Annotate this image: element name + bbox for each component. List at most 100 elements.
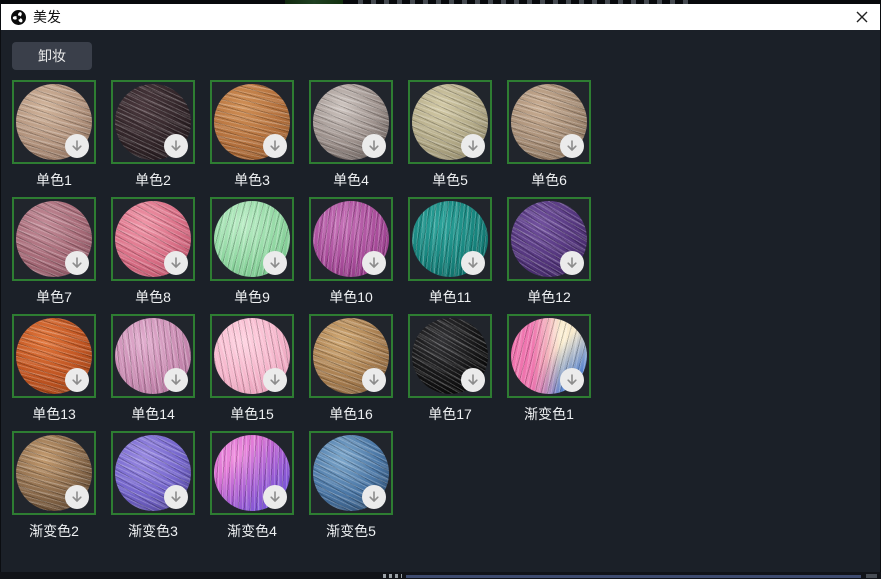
hair-swatch-tile[interactable] — [408, 314, 492, 398]
download-button[interactable] — [263, 485, 287, 509]
dialog-body: 卸妆 单色1 单色2 单色3 单色4 单色5 单色6 单色7 单色8 单色9 单… — [1, 30, 880, 572]
download-button[interactable] — [560, 134, 584, 158]
download-button[interactable] — [461, 368, 485, 392]
hair-swatch[interactable]: 单色10 — [309, 197, 393, 314]
hair-swatch-tile[interactable] — [210, 431, 294, 515]
download-button[interactable] — [560, 368, 584, 392]
hair-swatch-tile[interactable] — [210, 197, 294, 281]
hair-swatch[interactable]: 单色2 — [111, 80, 195, 197]
download-button[interactable] — [362, 368, 386, 392]
download-button[interactable] — [65, 134, 89, 158]
app-logo-icon — [11, 10, 26, 25]
download-button[interactable] — [362, 485, 386, 509]
hair-swatch-tile[interactable] — [309, 314, 393, 398]
hair-swatch[interactable]: 单色3 — [210, 80, 294, 197]
hair-swatch-tile[interactable] — [507, 314, 591, 398]
download-button[interactable] — [263, 368, 287, 392]
hair-swatch-label: 单色6 — [507, 164, 591, 197]
close-button[interactable] — [850, 6, 874, 28]
download-icon — [70, 373, 84, 387]
download-icon — [367, 256, 381, 270]
download-icon — [169, 139, 183, 153]
backdrop-bottom-strip — [0, 572, 881, 579]
download-button[interactable] — [65, 251, 89, 275]
remove-makeup-button[interactable]: 卸妆 — [12, 42, 92, 70]
hair-swatch[interactable]: 渐变色4 — [210, 431, 294, 548]
download-icon — [565, 139, 579, 153]
hair-swatch-label: 单色10 — [309, 281, 393, 314]
download-button[interactable] — [65, 485, 89, 509]
hair-swatch-tile[interactable] — [408, 80, 492, 164]
hair-swatch[interactable]: 单色6 — [507, 80, 591, 197]
download-button[interactable] — [65, 368, 89, 392]
download-icon — [169, 373, 183, 387]
download-icon — [268, 256, 282, 270]
hair-swatch-tile[interactable] — [507, 80, 591, 164]
hair-swatch[interactable]: 单色12 — [507, 197, 591, 314]
backdrop-seek-bar — [406, 575, 861, 578]
dialog-titlebar[interactable]: 美发 — [1, 4, 880, 30]
download-button[interactable] — [263, 251, 287, 275]
download-button[interactable] — [461, 134, 485, 158]
download-button[interactable] — [263, 134, 287, 158]
hair-swatch-tile[interactable] — [111, 314, 195, 398]
hair-swatch-label: 渐变色4 — [210, 515, 294, 548]
download-icon — [169, 256, 183, 270]
download-button[interactable] — [461, 251, 485, 275]
download-icon — [169, 490, 183, 504]
hair-swatch-tile[interactable] — [210, 80, 294, 164]
hair-swatch-tile[interactable] — [408, 197, 492, 281]
hair-swatch[interactable]: 渐变色3 — [111, 431, 195, 548]
hair-swatch-tile[interactable] — [111, 431, 195, 515]
hair-swatch-tile[interactable] — [12, 314, 96, 398]
hair-swatch-label: 单色2 — [111, 164, 195, 197]
hair-swatch[interactable]: 单色17 — [408, 314, 492, 431]
download-button[interactable] — [164, 368, 188, 392]
hair-swatch[interactable]: 单色14 — [111, 314, 195, 431]
download-button[interactable] — [164, 485, 188, 509]
hair-swatch-label: 单色1 — [12, 164, 96, 197]
hair-swatch-tile[interactable] — [309, 197, 393, 281]
hair-swatch[interactable]: 单色16 — [309, 314, 393, 431]
download-icon — [367, 490, 381, 504]
hair-swatch-label: 单色7 — [12, 281, 96, 314]
hair-swatch-tile[interactable] — [111, 197, 195, 281]
hair-swatch[interactable]: 渐变色5 — [309, 431, 393, 548]
hair-swatch-tile[interactable] — [12, 431, 96, 515]
download-button[interactable] — [362, 251, 386, 275]
download-icon — [466, 256, 480, 270]
hair-swatch[interactable]: 单色5 — [408, 80, 492, 197]
hair-swatch[interactable]: 单色7 — [12, 197, 96, 314]
hair-swatch-tile[interactable] — [309, 431, 393, 515]
hair-swatch[interactable]: 单色15 — [210, 314, 294, 431]
download-icon — [565, 373, 579, 387]
hair-swatch-tile[interactable] — [12, 197, 96, 281]
hair-swatch-label: 单色14 — [111, 398, 195, 431]
backdrop-corner-chip — [866, 574, 877, 578]
hair-swatch[interactable]: 单色1 — [12, 80, 96, 197]
hair-swatch-tile[interactable] — [210, 314, 294, 398]
hair-swatch-tile[interactable] — [309, 80, 393, 164]
backdrop-tick-marks — [383, 574, 402, 578]
hair-swatch[interactable]: 单色8 — [111, 197, 195, 314]
hair-swatch-label: 单色4 — [309, 164, 393, 197]
download-icon — [466, 139, 480, 153]
hair-swatch-tile[interactable] — [12, 80, 96, 164]
hair-swatch[interactable]: 渐变色1 — [507, 314, 591, 431]
dialog-title: 美发 — [33, 7, 61, 27]
download-button[interactable] — [362, 134, 386, 158]
hair-swatch[interactable]: 单色4 — [309, 80, 393, 197]
download-button[interactable] — [164, 251, 188, 275]
hair-style-dialog: 美发 卸妆 单色1 单色2 单色3 单色4 单色5 单色6 单色7 单色8 单色… — [1, 4, 880, 572]
hair-swatch-tile[interactable] — [111, 80, 195, 164]
hair-swatch[interactable]: 单色11 — [408, 197, 492, 314]
hair-swatch-label: 渐变色3 — [111, 515, 195, 548]
hair-swatch[interactable]: 渐变色2 — [12, 431, 96, 548]
download-icon — [268, 373, 282, 387]
download-icon — [70, 490, 84, 504]
download-button[interactable] — [560, 251, 584, 275]
hair-swatch[interactable]: 单色13 — [12, 314, 96, 431]
hair-swatch-tile[interactable] — [507, 197, 591, 281]
hair-swatch[interactable]: 单色9 — [210, 197, 294, 314]
download-button[interactable] — [164, 134, 188, 158]
